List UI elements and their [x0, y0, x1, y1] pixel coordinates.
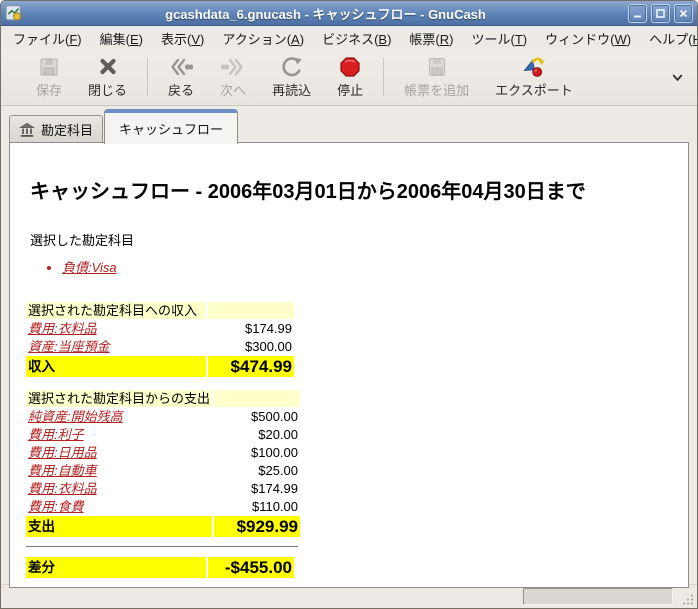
gnucash-window: gcashdata_6.gnucash - キャッシュフロー - GnuCash…: [0, 0, 698, 609]
divider: [26, 546, 298, 547]
toolbar-overflow-button[interactable]: [664, 66, 691, 89]
export-icon: [523, 57, 545, 77]
close-icon: [99, 58, 116, 75]
money-in-header: 選択された勘定科目への収入: [26, 302, 206, 319]
amount-cell: $174.99: [245, 321, 292, 336]
reload-icon: [281, 57, 302, 77]
add-report-button[interactable]: 帳票を追加: [391, 51, 482, 103]
account-link[interactable]: 資産:当座預金: [28, 339, 110, 354]
minimize-icon: [634, 15, 641, 17]
toolbar-separator: [147, 58, 149, 96]
toolbar: 保存 閉じる 戻る 次へ 再読込 停止 帳票を追加 エクスポート: [1, 50, 697, 106]
account-link[interactable]: 負債:Visa: [62, 260, 117, 275]
forward-button[interactable]: 次へ: [207, 51, 259, 103]
table-row: 費用:日用品 $100.00: [26, 444, 300, 461]
menu-edit[interactable]: 編集(E): [91, 26, 152, 51]
tab-cash-flow[interactable]: キャッシュフロー: [104, 109, 239, 144]
amount-cell: $110.00: [251, 499, 299, 514]
resize-grip[interactable]: [682, 593, 694, 605]
money-in-table: 選択された勘定科目への収入 費用:衣料品 $174.99 資産:当座預金 $300.0…: [24, 301, 296, 378]
report-view: キャッシュフロー - 2006年03月01日から2006年04月30日まで 選択…: [9, 142, 689, 588]
menu-view[interactable]: 表示(V): [152, 26, 213, 51]
money-in-total-label: 収入: [26, 356, 206, 377]
menu-file[interactable]: ファイル(F): [4, 26, 91, 51]
reload-button[interactable]: 再読込: [259, 51, 324, 103]
amount-cell: $20.00: [258, 427, 299, 442]
table-row: 純資産:開始残高 $500.00: [26, 408, 300, 425]
money-in-total-amount: $474.99: [208, 356, 294, 377]
money-out-total-amount: $929.99: [214, 516, 301, 537]
difference-amount: -$455.00: [208, 557, 294, 578]
selected-accounts-heading: 選択した勘定科目: [30, 233, 135, 248]
selected-accounts-list: 負債:Visa: [48, 259, 668, 277]
table-row: 費用:食費 $110.00: [26, 498, 300, 515]
save-button[interactable]: 保存: [23, 51, 75, 103]
account-link[interactable]: 費用:衣料品: [28, 321, 97, 336]
list-item: 負債:Visa: [62, 259, 668, 277]
amount-cell: $25.00: [258, 463, 299, 478]
forward-icon: [221, 58, 243, 76]
stop-icon: [340, 57, 360, 77]
minimize-button[interactable]: [628, 3, 647, 23]
progress-bar: [523, 588, 673, 605]
back-button[interactable]: 戻る: [155, 51, 207, 103]
toolbar-separator: [383, 58, 385, 96]
menu-reports[interactable]: 帳票(R): [400, 26, 462, 51]
money-out-header: 選択された勘定科目からの支出: [26, 390, 213, 407]
chevron-down-icon: [672, 74, 683, 81]
menu-business[interactable]: ビジネス(B): [313, 26, 400, 51]
close-icon: [679, 9, 688, 17]
account-link[interactable]: 費用:衣料品: [28, 481, 97, 496]
menu-tools[interactable]: ツール(T): [463, 26, 537, 51]
save-icon: [40, 58, 58, 76]
titlebar: gcashdata_6.gnucash - キャッシュフロー - GnuCash: [1, 1, 697, 26]
export-button[interactable]: エクスポート: [482, 51, 586, 103]
maximize-button[interactable]: [651, 3, 670, 23]
report-title: キャッシュフロー - 2006年03月01日から2006年04月30日まで: [30, 181, 586, 203]
table-row: 費用:利子 $20.00: [26, 426, 300, 443]
account-link[interactable]: 費用:利子: [28, 427, 84, 442]
amount-cell: $100.00: [251, 445, 299, 460]
difference-label: 差分: [26, 557, 206, 578]
account-link[interactable]: 費用:食費: [28, 499, 84, 514]
window-title: gcashdata_6.gnucash - キャッシュフロー - GnuCash: [165, 6, 486, 22]
menu-windows[interactable]: ウィンドウ(W): [536, 26, 640, 51]
amount-cell: $300.00: [245, 339, 292, 354]
tab-accounts[interactable]: 勘定科目: [9, 115, 104, 143]
table-row: 費用:自動車 $25.00: [26, 462, 300, 479]
account-link[interactable]: 純資産:開始残高: [28, 409, 123, 424]
menubar: ファイル(F) 編集(E) 表示(V) アクション(A) ビジネス(B) 帳票(…: [1, 26, 697, 50]
table-row: 費用:衣料品 $174.99: [26, 320, 294, 337]
account-link[interactable]: 費用:自動車: [28, 463, 97, 478]
back-icon: [171, 58, 194, 76]
notebook: 勘定科目 キャッシュフロー キャッシュフロー - 2006年03月01日から20…: [9, 108, 689, 588]
money-out-total-label: 支出: [26, 516, 213, 537]
tab-bar: 勘定科目 キャッシュフロー: [9, 108, 689, 144]
bank-icon: [19, 122, 35, 137]
amount-cell: $174.99: [251, 481, 299, 496]
gnucash-app-icon: [5, 4, 23, 22]
amount-cell: $500.00: [251, 409, 299, 424]
stop-button[interactable]: 停止: [324, 51, 376, 103]
account-link[interactable]: 費用:日用品: [28, 445, 97, 460]
maximize-icon: [656, 8, 665, 18]
close-tab-button[interactable]: 閉じる: [75, 51, 140, 103]
table-row: 資産:当座預金 $300.00: [26, 338, 294, 355]
menu-actions[interactable]: アクション(A): [213, 26, 313, 51]
difference-table: 差分 -$455.00: [24, 556, 296, 579]
money-out-table: 選択された勘定科目からの支出 純資産:開始残高 $500.00 費用:利子 $20.0…: [24, 389, 302, 538]
add-report-icon: [428, 58, 445, 76]
table-row: 費用:衣料品 $174.99: [26, 480, 300, 497]
close-window-button[interactable]: [674, 3, 693, 23]
menu-help[interactable]: ヘルプ(H): [640, 26, 697, 51]
